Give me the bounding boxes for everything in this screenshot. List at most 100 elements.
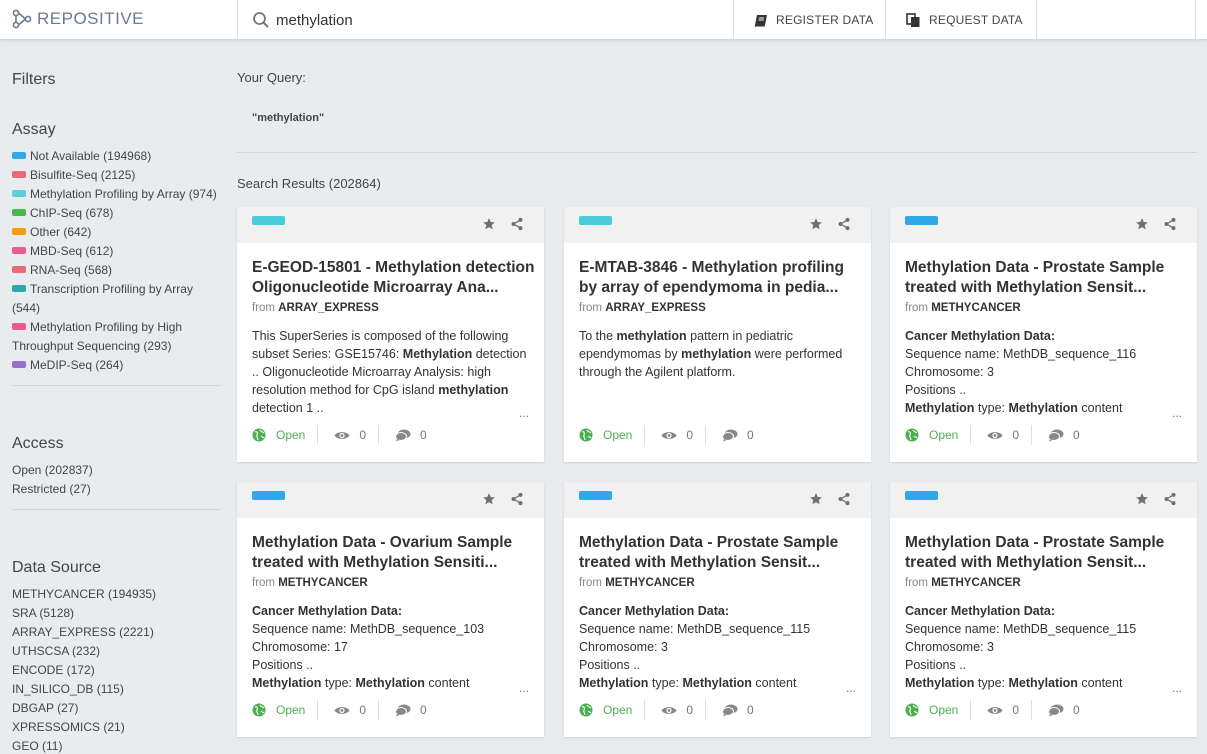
facet-access-restricted[interactable]: Restricted (27) xyxy=(12,480,91,499)
facet-source-in-silico-db[interactable]: IN_SILICO_DB (115) xyxy=(12,680,124,699)
assay-tag xyxy=(579,216,612,225)
comment-icon xyxy=(722,429,738,441)
search-input[interactable] xyxy=(276,11,716,29)
assay-tag xyxy=(905,216,938,225)
comments-count: 0 xyxy=(706,700,766,720)
request-data-button[interactable]: REQUEST DATA xyxy=(885,0,1037,40)
card-description: Cancer Methylation Data: Sequence name: M… xyxy=(579,604,811,690)
card-title[interactable]: Methylation Data - Prostate Sample treat… xyxy=(905,258,1190,298)
card-footer: Open 0 0 xyxy=(905,425,1092,445)
color-chip xyxy=(12,361,26,368)
facet-source-encode[interactable]: ENCODE (172) xyxy=(12,661,95,680)
star-icon[interactable] xyxy=(1135,217,1149,231)
facet-source-uthscsa[interactable]: UTHSCSA (232) xyxy=(12,642,100,661)
access-status: Open xyxy=(579,425,646,445)
header-right-edge xyxy=(1195,0,1207,40)
result-card[interactable]: Methylation Data - Prostate Sample treat… xyxy=(564,482,871,737)
globe-icon xyxy=(579,428,593,442)
assay-tag xyxy=(579,491,612,500)
comments-count: 0 xyxy=(1032,425,1092,445)
facet-assay-chip-seq[interactable]: ChIP-Seq (678) xyxy=(12,204,113,223)
comments-count: 0 xyxy=(1032,700,1092,720)
share-icon[interactable] xyxy=(510,217,524,231)
facet-source-dbgap[interactable]: DBGAP (27) xyxy=(12,699,78,718)
result-card[interactable]: E-MTAB-3846 - Methylation profiling by a… xyxy=(564,207,871,462)
card-title[interactable]: E-MTAB-3846 - Methylation profiling by a… xyxy=(579,258,864,298)
facet-source-xpressomics[interactable]: XPRESSOMICS (21) xyxy=(12,718,125,737)
top-navbar: REPOSITIVE REGISTER DATA REQUEST DATA xyxy=(0,0,1207,40)
facet-assay-methylation-array[interactable]: Methylation Profiling by Array (974) xyxy=(12,185,217,204)
star-icon[interactable] xyxy=(809,217,823,231)
source-name: METHYCANCER xyxy=(278,577,368,589)
star-icon[interactable] xyxy=(1135,492,1149,506)
card-title[interactable]: Methylation Data - Prostate Sample treat… xyxy=(905,533,1190,573)
result-card[interactable]: Methylation Data - Prostate Sample treat… xyxy=(890,207,1197,462)
facet-label: MBD-Seq (612) xyxy=(30,244,114,258)
star-icon[interactable] xyxy=(482,492,496,506)
facet-label: Other (642) xyxy=(30,225,92,239)
color-chip xyxy=(12,171,26,178)
card-footer: Open 0 0 xyxy=(579,425,766,445)
facet-source-sra[interactable]: SRA (5128) xyxy=(12,604,74,623)
card-header xyxy=(890,207,1197,243)
from-prefix: from xyxy=(252,302,275,314)
main-divider xyxy=(237,152,1197,153)
card-description: This SuperSeries is composed of the foll… xyxy=(252,329,527,415)
facet-label: Methylation Profiling by Array (974) xyxy=(30,187,217,201)
star-icon[interactable] xyxy=(482,217,496,231)
views-value: 0 xyxy=(359,703,367,717)
copy-icon xyxy=(906,12,920,27)
facet-assay-transcription-array[interactable]: Transcription Profiling by Array (544) xyxy=(12,280,193,318)
source-name: METHYCANCER xyxy=(605,577,695,589)
share-icon[interactable] xyxy=(510,492,524,506)
facet-source-geo[interactable]: GEO (11) xyxy=(12,737,62,754)
comments-value: 0 xyxy=(420,428,427,442)
facet-assay-mbd-seq[interactable]: MBD-Seq (612) xyxy=(12,242,113,261)
comment-icon xyxy=(395,704,411,716)
result-card[interactable]: Methylation Data - Prostate Sample treat… xyxy=(890,482,1197,737)
facet-assay-not-available[interactable]: Not Available (194968) xyxy=(12,147,151,166)
views-value: 0 xyxy=(1012,428,1020,442)
facet-assay-rna-seq[interactable]: RNA-Seq (568) xyxy=(12,261,112,280)
eye-icon xyxy=(987,431,1003,439)
source-name: ARRAY_EXPRESS xyxy=(605,302,706,314)
repositive-logo[interactable]: REPOSITIVE xyxy=(12,7,144,31)
card-title[interactable]: E-GEOD-15801 - Methylation detection Oli… xyxy=(252,258,537,298)
facet-assay-bisulfite-seq[interactable]: Bisulfite-Seq (2125) xyxy=(12,166,135,185)
share-icon[interactable] xyxy=(837,492,851,506)
facet-label: Bisulfite-Seq (2125) xyxy=(30,168,136,182)
color-chip xyxy=(12,266,26,273)
facet-assay-methylation-hts[interactable]: Methylation Profiling by High Throughput … xyxy=(12,318,182,356)
result-card[interactable]: E-GEOD-15801 - Methylation detection Oli… xyxy=(237,207,544,462)
register-data-button[interactable]: REGISTER DATA xyxy=(733,0,885,40)
views-value: 0 xyxy=(686,703,694,717)
result-card[interactable]: Methylation Data - Ovarium Sample treate… xyxy=(237,482,544,737)
comments-value: 0 xyxy=(420,703,427,717)
access-status: Open xyxy=(252,425,319,445)
share-icon[interactable] xyxy=(837,217,851,231)
facet-assay-other[interactable]: Other (642) xyxy=(12,223,91,242)
star-icon[interactable] xyxy=(809,492,823,506)
color-chip xyxy=(12,323,26,330)
card-title[interactable]: Methylation Data - Ovarium Sample treate… xyxy=(252,533,537,573)
facet-source-methycancer[interactable]: METHYCANCER (194935) xyxy=(12,585,156,604)
facet-source-array-express[interactable]: ARRAY_EXPRESS (2221) xyxy=(12,623,154,642)
eye-icon xyxy=(661,706,677,714)
from-prefix: from xyxy=(579,577,602,589)
more-ellipsis: ... xyxy=(1171,681,1182,695)
comment-icon xyxy=(1048,704,1064,716)
card-title[interactable]: Methylation Data - Prostate Sample treat… xyxy=(579,533,864,573)
facet-assay-medip-seq[interactable]: MeDIP-Seq (264) xyxy=(12,356,123,375)
card-source: from METHYCANCER xyxy=(905,577,1021,589)
globe-icon xyxy=(579,703,593,717)
comments-count: 0 xyxy=(379,425,439,445)
views-count: 0 xyxy=(971,425,1033,445)
color-chip xyxy=(12,228,26,235)
color-chip xyxy=(12,209,26,216)
request-data-label: REQUEST DATA xyxy=(929,13,1023,27)
facet-access-open[interactable]: Open (202837) xyxy=(12,461,93,480)
share-icon[interactable] xyxy=(1163,217,1177,231)
comments-value: 0 xyxy=(747,703,754,717)
card-footer: Open 0 0 xyxy=(252,425,439,445)
share-icon[interactable] xyxy=(1163,492,1177,506)
